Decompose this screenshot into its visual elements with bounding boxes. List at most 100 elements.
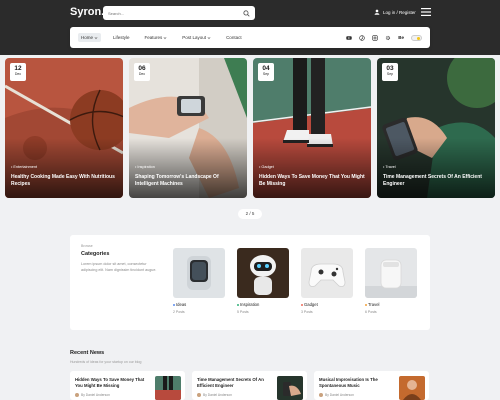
category-post-count: 5 Posts [237, 310, 249, 314]
recent-news-thumbnail [277, 376, 303, 400]
featured-card[interactable]: 04 Sep • Gadget Hidden Ways To Save Mone… [253, 58, 371, 198]
date-month: Dec [14, 72, 22, 76]
card-title[interactable]: Time Management Secrets Of An Efficient … [383, 174, 491, 188]
nav-item-contact[interactable]: Contact [223, 33, 245, 42]
category-name-label: Travel [368, 302, 380, 307]
category-image [237, 248, 289, 298]
recent-news-thumbnail [399, 376, 425, 400]
category-label: Entertainment [13, 165, 38, 169]
category-tile-inspiration[interactable]: Inspiration 5 Posts [237, 248, 289, 314]
category-name-label: Ideas [176, 302, 187, 307]
recent-news-card[interactable]: Time Management Secrets Of An Efficient … [192, 371, 307, 400]
settings-icon[interactable] [385, 35, 391, 41]
slider-pager[interactable]: 2 / 5 [238, 209, 262, 219]
social-links: Be [346, 34, 422, 41]
featured-slider: 12 Dec • Entertainment Healthy Cooking M… [5, 58, 495, 198]
category-image [365, 248, 417, 298]
date-month: Sep [386, 72, 394, 76]
category-tag[interactable]: • Entertainment [11, 165, 37, 169]
date-day: 04 [262, 65, 270, 72]
recent-news-card-title[interactable]: Time Management Secrets Of An Efficient … [197, 377, 272, 389]
instagram-icon[interactable] [372, 34, 378, 41]
author-name: By Daniel Anderson [81, 393, 110, 397]
recent-news-card-title[interactable]: Musical Improvisation Is The Spontaneous… [319, 377, 394, 389]
category-image [173, 248, 225, 298]
category-dot [173, 303, 175, 306]
categories-description: Lorem ipsum dolor sit amet, consectetur … [81, 262, 157, 272]
recent-news-card-title[interactable]: Hidden Ways To Save Money That You Might… [75, 377, 150, 389]
category-post-count: 6 Posts [365, 310, 377, 314]
categories-eyebrow: Browse [81, 244, 93, 248]
category-tag[interactable]: • Gadget [259, 165, 274, 169]
card-title[interactable]: Hidden Ways To Save Money That You Might… [259, 174, 367, 188]
date-day: 06 [138, 65, 146, 72]
category-name: Travel [365, 302, 417, 307]
category-tile-ideas[interactable]: Ideas 2 Posts [173, 248, 225, 314]
recent-news-author: By Daniel Anderson [75, 393, 110, 397]
category-tag[interactable]: • Travel [383, 165, 396, 169]
category-name-label: Gadget [304, 302, 318, 307]
featured-card[interactable]: 12 Dec • Entertainment Healthy Cooking M… [5, 58, 123, 198]
youtube-icon[interactable] [346, 35, 352, 41]
category-tile-gadget[interactable]: Gadget 3 Posts [301, 248, 353, 314]
login-link[interactable]: Log in / Register [374, 9, 416, 15]
category-name-label: Inspiration [240, 302, 260, 307]
search-icon[interactable] [243, 9, 250, 17]
nav-item-label: Home [81, 35, 94, 40]
nav-item-lifestyle[interactable]: Lifestyle [110, 33, 133, 42]
nav-item-label: Contact [226, 35, 242, 40]
main-navigation: Home Lifestyle Features Post Layout Cont… [70, 27, 430, 48]
recent-news-card[interactable]: Hidden Ways To Save Money That You Might… [70, 371, 185, 400]
recent-news-title: Recent News [70, 350, 105, 356]
date-month: Sep [262, 72, 270, 76]
recent-news-thumbnail [155, 376, 181, 400]
login-label: Log in / Register [383, 9, 416, 15]
chevron-down-icon [207, 36, 211, 39]
search-box[interactable] [103, 6, 255, 20]
recent-news-author: By Daniel Anderson [319, 393, 354, 397]
category-post-count: 3 Posts [301, 310, 313, 314]
nav-item-label: Features [144, 35, 163, 40]
date-badge: 06 Dec [134, 63, 150, 81]
category-tag[interactable]: • Inspiration [135, 165, 155, 169]
recent-news-subtitle: Hundreds of ideas for your startup on ou… [70, 360, 142, 364]
user-icon [374, 9, 380, 15]
featured-card[interactable]: 06 Dec • Inspiration Shaping Tomorrow's … [129, 58, 247, 198]
category-post-count: 2 Posts [173, 310, 185, 314]
category-dot [365, 303, 367, 306]
date-badge: 04 Sep [258, 63, 274, 81]
category-label: Gadget [261, 165, 274, 169]
behance-label[interactable]: Be [398, 35, 404, 40]
nav-item-label: Post Layout [182, 35, 207, 40]
category-image [301, 248, 353, 298]
avatar [75, 393, 79, 397]
date-badge: 03 Sep [382, 63, 398, 81]
category-name: Gadget [301, 302, 353, 307]
category-name: Inspiration [237, 302, 289, 307]
nav-item-label: Lifestyle [113, 35, 130, 40]
card-title[interactable]: Shaping Tomorrow's Landscape Of Intellig… [135, 174, 243, 188]
nav-item-features[interactable]: Features [142, 33, 171, 42]
categories-panel: Browse Categories Lorem ipsum dolor sit … [70, 235, 430, 330]
dark-mode-toggle[interactable] [411, 34, 422, 41]
category-label: Travel [385, 165, 396, 169]
chevron-down-icon [163, 36, 167, 39]
category-name: Ideas [173, 302, 225, 307]
chevron-down-icon [94, 36, 98, 39]
recent-news-card[interactable]: Musical Improvisation Is The Spontaneous… [314, 371, 429, 400]
search-input[interactable] [108, 10, 243, 16]
site-logo[interactable]: Syron. [70, 6, 104, 18]
hamburger-menu-icon[interactable] [421, 8, 431, 16]
pinterest-icon[interactable] [359, 34, 365, 41]
category-tile-travel[interactable]: Travel 6 Posts [365, 248, 417, 314]
author-name: By Daniel Anderson [325, 393, 354, 397]
featured-card[interactable]: 03 Sep • Travel Time Management Secrets … [377, 58, 495, 198]
avatar [197, 393, 201, 397]
category-label: Inspiration [137, 165, 155, 169]
nav-item-home[interactable]: Home [78, 33, 102, 42]
date-day: 03 [386, 65, 394, 72]
author-name: By Daniel Anderson [203, 393, 232, 397]
nav-item-post-layout[interactable]: Post Layout [179, 33, 214, 42]
card-title[interactable]: Healthy Cooking Made Easy With Nutritiou… [11, 174, 119, 188]
categories-title: Categories [81, 251, 110, 257]
